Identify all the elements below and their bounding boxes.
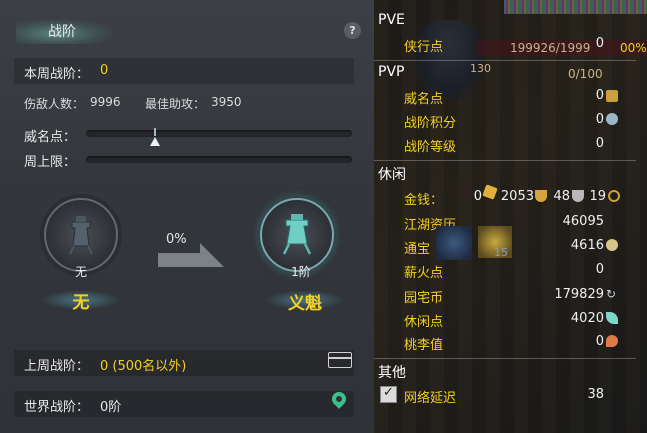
help-icon[interactable]: ? (344, 22, 361, 39)
latency-checkbox[interactable] (380, 385, 397, 403)
last-week-row: 上周战阶： 0 (500名以外) (14, 350, 354, 376)
leisure-points-label: 休闲点 (404, 315, 444, 330)
hp-percent: 00% (620, 41, 647, 55)
home-coin-value: 179829 (554, 287, 604, 302)
home-coin-label: 园宅币 (404, 291, 444, 306)
slider-marker (154, 128, 156, 136)
money-label: 金钱： (404, 193, 444, 208)
money-silver: 2053 (500, 189, 534, 204)
empty-emblem-icon (69, 216, 93, 255)
current-rank-badge: 无 (74, 265, 87, 279)
prestige-label: 威名点： (24, 130, 77, 145)
slider-thumb-icon (150, 137, 160, 146)
next-rank-badge: 1阶 (291, 265, 311, 279)
level-text: 130 (470, 62, 491, 75)
pvp-points-label: 战阶积分 (404, 116, 457, 131)
panel-title: 战阶 (48, 24, 76, 40)
tongbao-value: 4616 (570, 238, 604, 253)
ritual-vessel-icon (282, 214, 312, 255)
current-rank-emblem (44, 198, 118, 272)
money-iron: 19 (589, 189, 606, 204)
arrow-right-icon (158, 243, 224, 267)
weekly-cap-bar (86, 156, 352, 163)
medal-icon (606, 90, 618, 102)
world-rank-label: 世界战阶： (24, 400, 90, 415)
world-rank-value: 0阶 (100, 400, 122, 415)
peach-value: 0 (595, 334, 604, 349)
weekly-rank-row: 本周战阶： 0 (14, 58, 354, 84)
divider (374, 160, 636, 161)
tongbao-coin-icon (606, 239, 618, 251)
mp-text: 0/100 (568, 67, 603, 81)
leisure-points-value: 4020 (570, 311, 604, 326)
pvp-prestige-label: 威名点 (404, 92, 444, 107)
pvp-heading: PVP (378, 64, 405, 80)
pvp-prestige-value: 0 (595, 88, 604, 103)
refresh-icon: ↻ (606, 287, 617, 301)
weekly-rank-label: 本周战阶： (24, 67, 90, 82)
rank-panel: 战阶 ? 本周战阶： 0 伤敌人数： 9996 最佳助攻： 3950 威名点： … (0, 0, 374, 433)
chest-icon[interactable] (328, 352, 352, 368)
latency-label: 网络延迟 (404, 391, 457, 406)
divider (374, 60, 636, 61)
silver-ingot-icon (535, 190, 547, 202)
money-gold: 0 (473, 189, 482, 204)
pvp-level-value: 0 (595, 136, 604, 151)
badge-icon (606, 113, 618, 125)
coin-icon (608, 190, 620, 202)
coin-icon (572, 190, 584, 202)
money-copper: 48 (553, 189, 570, 204)
weekly-cap-label: 周上限： (24, 155, 77, 170)
pvp-points-value: 0 (595, 112, 604, 127)
pet-count: 15 (494, 246, 508, 259)
xinhuo-label: 薪火点 (404, 266, 444, 281)
current-rank-name: 无 (72, 293, 90, 313)
panel-title-bar: 战阶 ? (0, 14, 374, 48)
next-rank-emblem (260, 198, 334, 272)
next-rank-name: 义魁 (288, 294, 322, 314)
assist-value: 3950 (211, 95, 242, 109)
tongbao-label: 通宝 (404, 242, 431, 257)
xinhuo-value: 0 (595, 262, 604, 277)
world-rank-row: 世界战阶： 0阶 (14, 391, 354, 417)
other-heading: 其他 (378, 365, 406, 381)
divider (374, 358, 636, 359)
peach-icon (606, 335, 618, 347)
pve-item-value: 0 (595, 36, 604, 51)
last-week-label: 上周战阶： (24, 359, 90, 374)
prestige-bar (86, 130, 352, 146)
jianghu-value: 46095 (562, 214, 604, 229)
currency-panel: 199926/1999 00% 130 0/100 PVE 侠行点 0 PVP … (374, 0, 647, 433)
pet-portrait (436, 226, 472, 260)
pvp-level-label: 战阶等级 (404, 140, 457, 155)
weekly-rank-value: 0 (100, 63, 109, 78)
assist-label: 最佳助攻： (145, 97, 206, 111)
kills-label: 伤敌人数： (24, 97, 85, 111)
last-week-value: 0 (500名以外) (100, 359, 187, 374)
peach-label: 桃李值 (404, 338, 444, 353)
latency-value: 38 (587, 387, 604, 402)
pve-item-label: 侠行点 (404, 40, 444, 55)
kills-value: 9996 (90, 95, 121, 109)
leisure-heading: 休闲 (378, 167, 406, 183)
pve-heading: PVE (378, 12, 405, 28)
